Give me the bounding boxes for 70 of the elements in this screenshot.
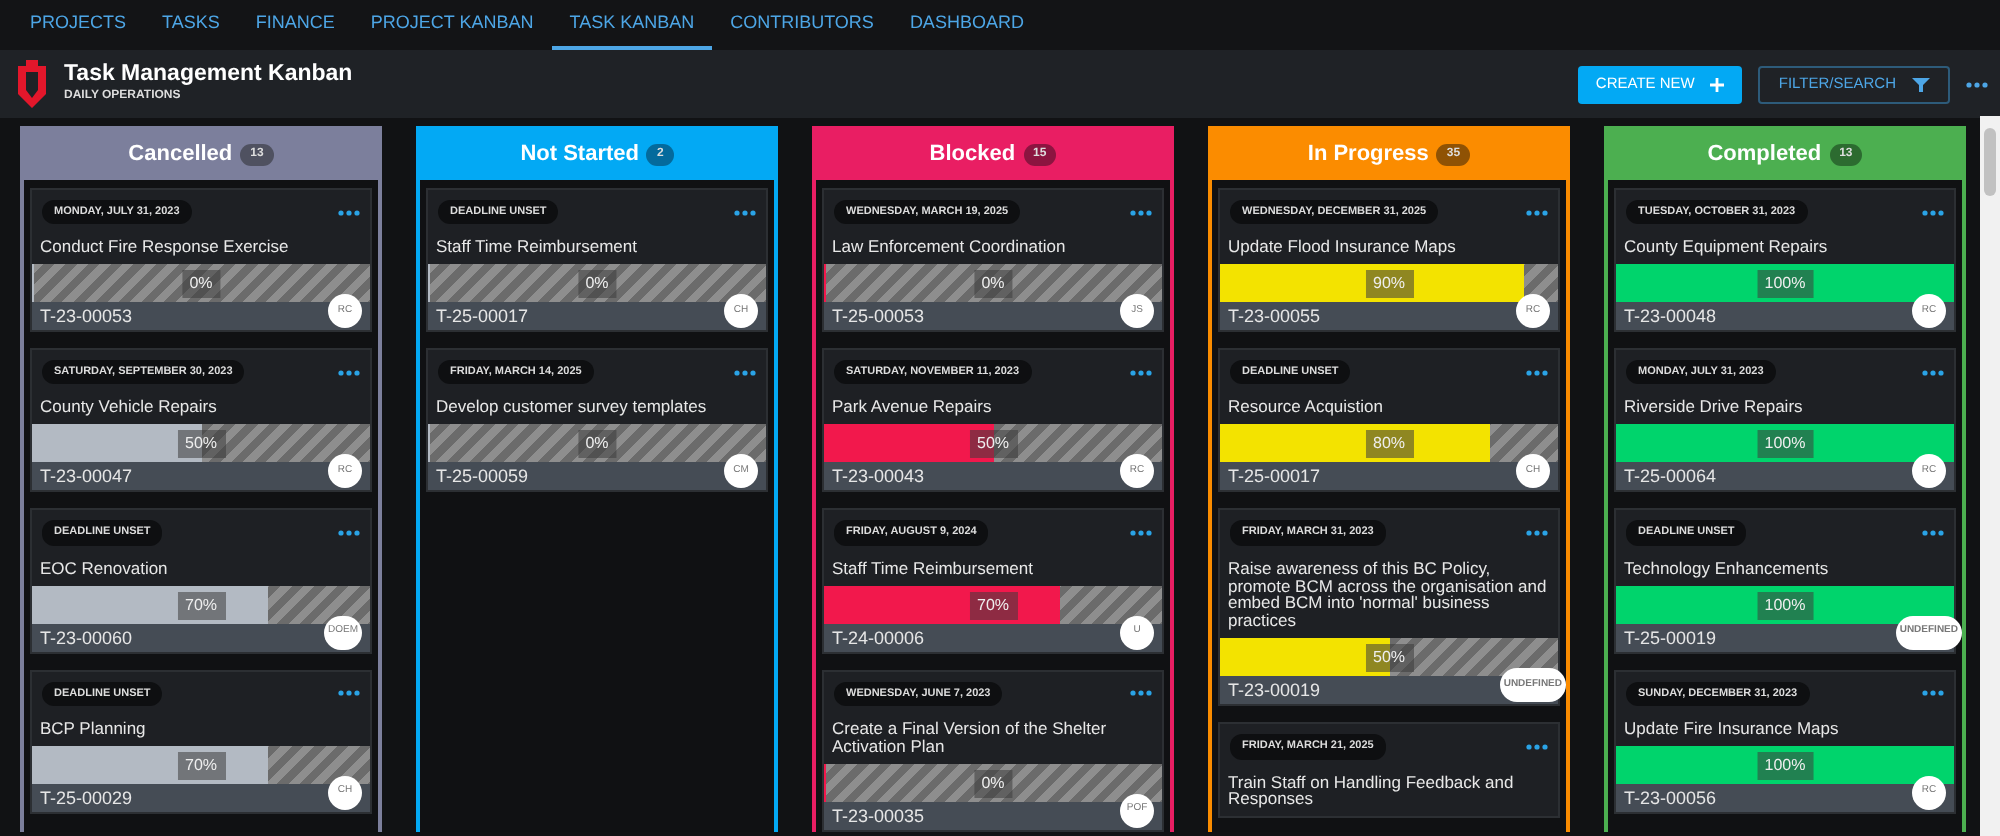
progress-percent: 50%	[1365, 644, 1413, 673]
progress-percent: 70%	[177, 591, 225, 620]
progress-percent: 100%	[1756, 430, 1814, 459]
more-icon[interactable]	[734, 209, 756, 216]
nav-tab[interactable]: CONTRIBUTORS	[712, 0, 892, 50]
progress-percent: 90%	[1365, 270, 1413, 299]
logo-icon	[16, 60, 48, 108]
progress-percent: 50%	[177, 430, 225, 459]
task-title: BCP Planning	[38, 715, 148, 742]
task-title: County Vehicle Repairs	[38, 394, 219, 421]
task-title: Technology Enhancements	[1622, 555, 1831, 582]
progress-percent: 100%	[1756, 270, 1814, 299]
more-icon[interactable]	[1922, 529, 1944, 536]
more-icon[interactable]	[338, 529, 360, 536]
more-icon[interactable]	[1130, 529, 1152, 536]
nav-tab[interactable]: TASKS	[144, 0, 238, 50]
task-title: Staff Time Reimbursement	[830, 555, 1035, 582]
task-title: Update Flood Insurance Maps	[1226, 234, 1458, 261]
nav-tab[interactable]: FINANCE	[237, 0, 353, 50]
progress-percent: 0%	[973, 270, 1013, 299]
more-icon[interactable]	[1130, 690, 1152, 697]
column-title: Completed	[1707, 140, 1822, 171]
progress-percent: 0%	[577, 270, 617, 299]
filter-icon	[1912, 77, 1930, 91]
more-icon[interactable]	[1922, 690, 1944, 697]
more-icon[interactable]	[1966, 81, 1988, 87]
task-title: EOC Renovation	[38, 555, 170, 582]
progress-percent: 100%	[1756, 591, 1814, 620]
task-title: Develop customer survey templates	[434, 394, 709, 421]
more-icon[interactable]	[1526, 209, 1548, 216]
progress-percent: 100%	[1756, 751, 1814, 780]
progress-percent: 80%	[1365, 430, 1413, 459]
task-title: Create a Final Version of the Shelter Activation Plan	[830, 715, 1109, 760]
nav-tab[interactable]: DASHBOARD	[891, 0, 1042, 50]
task-title: Riverside Drive Repairs	[1622, 394, 1805, 421]
more-icon[interactable]	[1526, 369, 1548, 376]
task-title: Law Enforcement Coordination	[830, 234, 1068, 261]
more-icon[interactable]	[1922, 369, 1944, 376]
task-title: County Equipment Repairs	[1622, 234, 1830, 261]
progress-percent: 50%	[969, 430, 1017, 459]
task-title: Resource Acquistion	[1226, 394, 1385, 421]
progress-percent: 0%	[181, 270, 221, 299]
more-icon[interactable]	[1526, 743, 1548, 750]
more-icon[interactable]	[1130, 369, 1152, 376]
column-title: In Progress	[1307, 140, 1429, 171]
more-icon[interactable]	[338, 369, 360, 376]
progress-percent: 0%	[973, 769, 1013, 798]
scrollbar[interactable]	[1980, 116, 2000, 836]
task-title: Staff Time Reimbursement	[434, 234, 639, 261]
task-title: Conduct Fire Response Exercise	[38, 234, 291, 261]
more-icon[interactable]	[734, 369, 756, 376]
task-title: Train Staff on Handling Feedback and Responses	[1226, 769, 1516, 813]
progress-percent: 70%	[177, 751, 225, 780]
column-title: Cancelled	[128, 140, 233, 171]
page-title: Task Management Kanban	[64, 62, 353, 88]
more-icon[interactable]	[1922, 209, 1944, 216]
nav-tab[interactable]: PROJECTS	[12, 0, 145, 50]
progress-percent: 70%	[969, 591, 1017, 620]
more-icon[interactable]	[338, 690, 360, 697]
nav-tab[interactable]: PROJECT KANBAN	[352, 0, 552, 50]
column-title: Blocked	[929, 140, 1016, 171]
plus-icon	[1710, 77, 1725, 91]
more-icon[interactable]	[1526, 529, 1548, 536]
more-icon[interactable]	[338, 209, 360, 216]
progress-percent: 0%	[577, 430, 617, 459]
column-title: Not Started	[520, 140, 639, 171]
task-title: Raise awareness of this BC Policy, promote BCM across the organisation and embed BCM into 'normal' business practices	[1226, 555, 1549, 635]
more-icon[interactable]	[1130, 209, 1152, 216]
task-title: Update Fire Insurance Maps	[1622, 715, 1841, 742]
task-title: Park Avenue Repairs	[830, 394, 994, 421]
